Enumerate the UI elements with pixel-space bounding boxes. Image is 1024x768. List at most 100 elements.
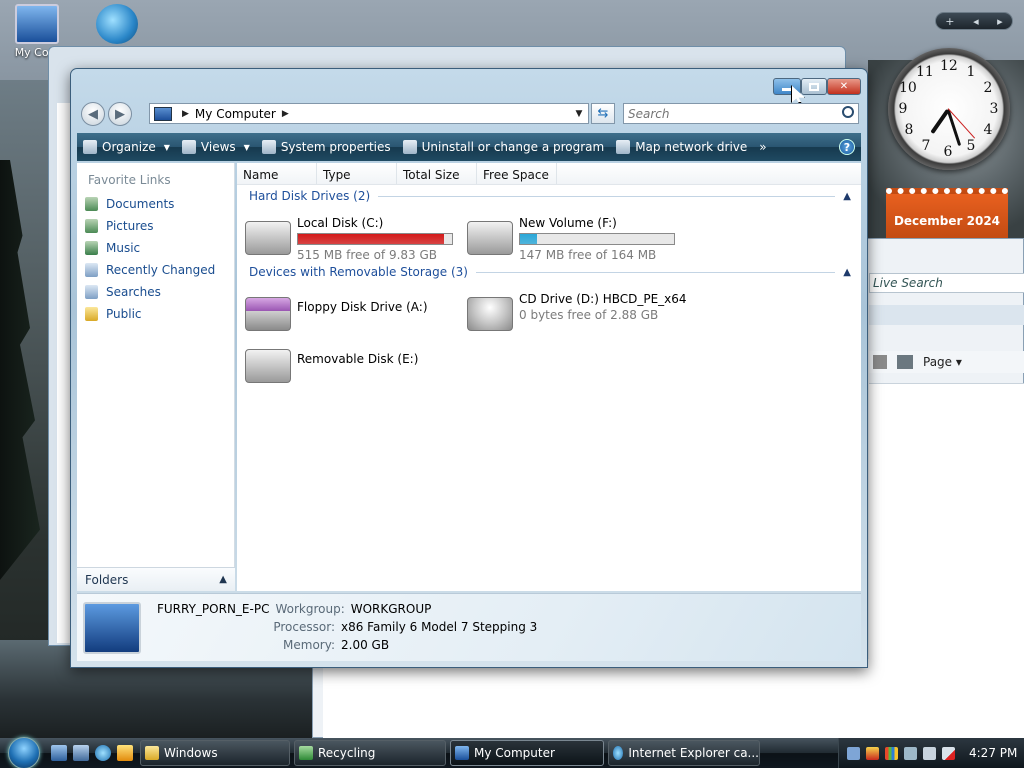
drive-name: Removable Disk (E:) [297, 352, 419, 366]
clock-gadget[interactable]: 12 1 2 3 4 5 6 7 8 9 10 11 [888, 48, 1010, 170]
nav-item-pictures[interactable]: Pictures [77, 215, 234, 237]
hard-drive-icon [245, 221, 291, 255]
documents-icon [85, 197, 98, 211]
feeds-icon[interactable] [873, 355, 887, 369]
nav-item-music[interactable]: Music [77, 237, 234, 259]
processor-value: x86 Family 6 Model 7 Stepping 3 [341, 620, 538, 634]
pictures-icon [85, 219, 98, 233]
collapse-icon[interactable]: ▲ [843, 191, 851, 202]
forward-button[interactable]: ▶ [108, 102, 132, 126]
prev-gadget-icon[interactable]: ◂ [973, 15, 979, 28]
folders-toggle[interactable]: Folders ▲ [77, 567, 235, 591]
taskbar-button-recycling[interactable]: Recycling [294, 740, 446, 766]
group-label: Devices with Removable Storage (3) [249, 265, 468, 279]
print-icon[interactable] [897, 355, 913, 369]
back-button[interactable]: ◀ [81, 102, 105, 126]
minimize-icon [782, 88, 792, 91]
search-input[interactable] [628, 106, 838, 121]
refresh-button[interactable]: ⇆ [591, 103, 615, 124]
ie-icon [613, 746, 624, 760]
network-icon[interactable] [847, 746, 860, 760]
drive-usage-fill [298, 234, 445, 244]
views-icon [181, 140, 196, 154]
clock-number: 9 [898, 101, 908, 117]
collapse-icon[interactable]: ▲ [843, 267, 851, 278]
add-gadget-button[interactable]: + [945, 15, 954, 28]
drive-usage-fill [520, 234, 537, 244]
uninstall-program-button[interactable]: Uninstall or change a program [397, 140, 611, 154]
map-network-drive-button[interactable]: Map network drive [610, 140, 753, 154]
workgroup-label: Workgroup: [275, 602, 345, 616]
column-header-name[interactable]: Name [237, 163, 317, 184]
clock-number: 6 [943, 144, 953, 160]
column-header-type[interactable]: Type [317, 163, 397, 184]
drive-local-disk-c[interactable]: Local Disk (C:) 515 MB free of 9.83 GB [245, 215, 453, 263]
organize-icon [83, 140, 97, 154]
system-properties-button[interactable]: System properties [256, 140, 397, 154]
drive-name: New Volume (F:) [519, 216, 617, 230]
maximize-button[interactable] [801, 78, 827, 95]
help-button[interactable]: ? [839, 139, 855, 155]
drive-name: CD Drive (D:) HBCD_PE_x64 [519, 292, 687, 306]
organize-button[interactable]: Organize ▼ [77, 140, 176, 154]
live-search-input[interactable]: Live Search [869, 273, 1024, 293]
nav-item-label: Public [106, 307, 142, 321]
search-icon[interactable] [842, 106, 854, 118]
drive-name: Floppy Disk Drive (A:) [297, 300, 428, 314]
nav-item-recently-changed[interactable]: Recently Changed [77, 259, 234, 281]
workgroup-value: WORKGROUP [350, 602, 432, 616]
taskbar-button-internet-explorer[interactable]: Internet Explorer ca... [608, 740, 760, 766]
drive-new-volume-f[interactable]: New Volume (F:) 147 MB free of 164 MB [467, 215, 675, 263]
ie-quicklaunch-icon[interactable] [95, 745, 111, 761]
display-icon[interactable] [923, 746, 936, 760]
page-menu-label: Page [923, 355, 953, 369]
drive-floppy-a[interactable]: Floppy Disk Drive (A:) [245, 291, 428, 331]
security-shield-icon[interactable] [866, 746, 879, 760]
uninstall-label: Uninstall or change a program [421, 140, 605, 154]
nav-item-searches[interactable]: Searches [77, 281, 234, 303]
group-label: Hard Disk Drives (2) [249, 189, 371, 203]
group-hard-disk-drives[interactable]: Hard Disk Drives (2) ▲ [237, 185, 861, 207]
page-menu[interactable]: Page ▾ [923, 355, 962, 369]
breadcrumb-my-computer[interactable]: My Computer [195, 107, 276, 121]
breadcrumb-arrow-icon[interactable]: ▶ [282, 109, 289, 119]
volume-muted-icon[interactable] [942, 746, 955, 760]
close-button[interactable]: ✕ [827, 78, 861, 95]
address-bar[interactable]: ▶ My Computer ▶ ▼ [149, 103, 589, 124]
start-button[interactable] [0, 737, 48, 768]
media-player-icon[interactable] [117, 745, 133, 761]
column-header-total-size[interactable]: Total Size [397, 163, 477, 184]
windows-orb-icon [8, 737, 40, 768]
show-desktop-icon[interactable] [51, 745, 67, 761]
calendar-gadget[interactable]: December 2024 [886, 188, 1008, 240]
next-gadget-icon[interactable]: ▸ [997, 15, 1003, 28]
drive-removable-e[interactable]: Removable Disk (E:) [245, 343, 418, 383]
search-box[interactable] [623, 103, 859, 124]
my-computer-window[interactable]: ✕ ◀ ▶ ▶ My Computer ▶ ▼ ⇆ Organize ▼ View… [70, 68, 868, 668]
windows-flag-icon[interactable] [885, 746, 898, 760]
uninstall-icon [402, 140, 417, 154]
address-dropdown-icon[interactable]: ▼ [570, 104, 588, 123]
clock-number: 12 [940, 58, 958, 74]
nav-item-label: Recently Changed [106, 263, 216, 277]
taskbar-button-my-computer[interactable]: My Computer [450, 740, 604, 766]
views-button[interactable]: Views ▼ [176, 140, 256, 154]
switch-windows-icon[interactable] [73, 745, 89, 761]
maximize-icon [809, 82, 819, 91]
details-processor-row: Processor: x86 Family 6 Model 7 Stepping… [231, 620, 537, 634]
column-header-free-space[interactable]: Free Space [477, 163, 557, 184]
map-drive-label: Map network drive [635, 140, 748, 154]
nav-item-documents[interactable]: Documents [77, 193, 234, 215]
nav-item-public[interactable]: Public [77, 303, 234, 325]
group-removable-storage[interactable]: Devices with Removable Storage (3) ▲ [237, 261, 861, 283]
taskbar-button-label: Windows [164, 746, 218, 760]
clock-number: 5 [966, 138, 976, 154]
breadcrumb-arrow-icon[interactable]: ▶ [182, 109, 189, 119]
taskbar-clock[interactable]: 4:27 PM [969, 746, 1017, 760]
drive-cd-d[interactable]: CD Drive (D:) HBCD_PE_x64 0 bytes free o… [467, 291, 687, 331]
desktop-icon-ie[interactable] [82, 4, 152, 46]
more-commands-button[interactable]: » [753, 140, 772, 154]
taskbar-button-windows[interactable]: Windows [140, 740, 290, 766]
tray-icon[interactable] [904, 746, 917, 760]
ie-tab-bar [869, 305, 1024, 325]
